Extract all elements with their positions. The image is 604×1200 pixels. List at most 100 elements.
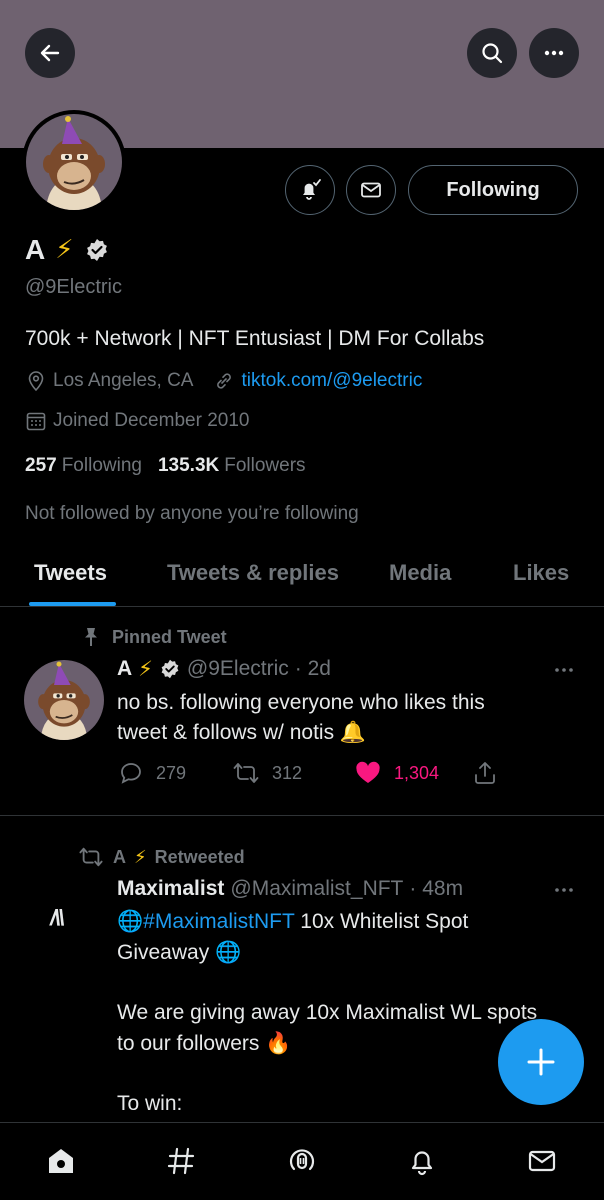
tweet-author-name[interactable]: A — [117, 657, 132, 681]
tweet-text-segment: 10x Whitelist Spot — [294, 910, 469, 933]
retweeted-label: Retweeted — [154, 846, 245, 867]
ape-avatar-image — [24, 660, 104, 740]
arrow-left-icon — [40, 44, 60, 62]
nav-explore[interactable] — [161, 1141, 201, 1181]
tweet-more-button[interactable] — [552, 660, 576, 685]
nav-home[interactable] — [41, 1141, 81, 1181]
share-icon — [475, 762, 495, 784]
active-tab-indicator — [29, 602, 116, 606]
message-button[interactable] — [346, 165, 396, 215]
retweet-context: A ⚡ Retweeted — [77, 845, 245, 869]
following-button[interactable]: Following — [408, 165, 578, 215]
tweet-text-segment: to our followers — [117, 1032, 260, 1055]
location-and-website-row: Los Angeles, CA tiktok.com/@9electric — [25, 370, 422, 392]
share-action[interactable] — [472, 760, 498, 786]
pinned-tweet-text: no bs. following everyone who likes this… — [117, 688, 557, 748]
profile-tabs: Tweets Tweets & replies Media Likes — [0, 545, 604, 607]
search-button[interactable] — [467, 28, 517, 78]
globe-emoji: 🌐 — [215, 940, 242, 964]
more-horizontal-icon — [555, 888, 573, 892]
retweet-action[interactable]: 312 — [232, 760, 302, 786]
tweet-text-line: to our followers 🔥 — [117, 1028, 557, 1059]
compose-tweet-button[interactable] — [498, 1019, 584, 1105]
pinned-tweet-context: Pinned Tweet — [80, 626, 227, 648]
followers-count: 135.3K — [157, 455, 220, 476]
pinned-tweet-header: A ⚡ @9Electric · 2d — [117, 657, 331, 681]
heart-filled-icon — [356, 761, 380, 783]
profile-avatar[interactable] — [22, 110, 126, 214]
tweet-text-line: To win: — [117, 1092, 183, 1115]
nav-notifications[interactable] — [402, 1141, 442, 1181]
tab-tweets-and-replies[interactable]: Tweets & replies — [167, 560, 339, 586]
tweet-author-handle[interactable]: @Maximalist_NFT — [230, 877, 403, 901]
display-name: A — [25, 234, 46, 265]
verified-badge-icon — [161, 659, 179, 679]
reply-icon — [121, 763, 141, 784]
follow-stats: 257 Following 135.3K Followers — [25, 455, 306, 477]
profile-website-link[interactable]: tiktok.com/@9electric — [241, 370, 422, 392]
more-options-button[interactable] — [529, 28, 579, 78]
tweet-more-button[interactable] — [552, 880, 576, 905]
like-count: 1,304 — [394, 762, 440, 783]
tweet-text-line: Giveaway 🌐 — [117, 937, 557, 968]
bell-check-icon — [303, 179, 321, 200]
back-button[interactable] — [25, 28, 75, 78]
location-pin-icon — [28, 371, 44, 392]
following-stat[interactable]: 257 Following — [25, 455, 142, 477]
verified-badge-icon — [86, 239, 107, 261]
lightning-emoji: ⚡ — [134, 846, 147, 868]
followers-stat-label: Followers — [224, 455, 306, 476]
notifications-toggle-button[interactable] — [285, 165, 335, 215]
search-icon — [482, 43, 503, 64]
lightning-emoji: ⚡ — [138, 657, 153, 681]
more-horizontal-icon — [555, 668, 573, 672]
more-horizontal-icon — [544, 50, 564, 56]
profile-bio: 700k + Network | NFT Entusiast | DM For … — [25, 327, 485, 350]
bottom-navigation — [0, 1122, 604, 1200]
globe-emoji: 🌐 — [117, 909, 144, 933]
nav-messages[interactable] — [522, 1141, 562, 1181]
tweet-author-handle[interactable]: @9Electric — [187, 657, 289, 681]
hashtag-link[interactable]: #MaximalistNFT — [143, 910, 294, 933]
like-action[interactable]: 1,304 — [354, 760, 439, 786]
spaces-icon — [289, 1149, 315, 1171]
retweet-count: 312 — [272, 762, 303, 783]
reply-action[interactable]: 279 — [118, 760, 186, 786]
tweet-time[interactable]: · 2d — [295, 657, 331, 681]
tab-tweets[interactable]: Tweets — [34, 560, 107, 586]
retweeted-tweet-text: 🌐#MaximalistNFT 10x Whitelist Spot Givea… — [117, 906, 557, 1119]
retweeter-name[interactable]: A — [113, 847, 126, 868]
pinned-tweet-label: Pinned Tweet — [112, 626, 227, 647]
tweet-text-line: We are giving away 10x Maximalist WL spo… — [117, 1001, 538, 1024]
tweet-author-avatar[interactable] — [24, 660, 104, 740]
tweet-text-line: 🌐#MaximalistNFT 10x Whitelist Spot — [117, 906, 557, 937]
fire-emoji: 🔥 — [265, 1031, 292, 1055]
pin-icon — [85, 628, 97, 646]
ape-avatar-image — [26, 114, 122, 210]
envelope-icon — [361, 182, 381, 198]
tweet-text-segment: Giveaway — [117, 941, 210, 964]
retweeted-tweet-header: Maximalist @Maximalist_NFT · 48m — [117, 877, 463, 901]
profile-handle: @9Electric — [25, 276, 122, 298]
explore-hashtag-icon — [167, 1147, 195, 1175]
profile-name-row: A ⚡ — [25, 232, 110, 268]
following-count: 257 — [25, 455, 57, 476]
home-icon — [49, 1149, 73, 1173]
maximalist-logo[interactable]: /\\ — [50, 905, 64, 931]
notifications-icon — [411, 1151, 433, 1176]
followed-by-note: Not followed by anyone you’re following — [25, 503, 359, 524]
tweet-time[interactable]: · 48m — [409, 877, 463, 901]
plus-icon — [527, 1048, 555, 1076]
tab-likes[interactable]: Likes — [513, 560, 569, 586]
nav-spaces[interactable] — [282, 1141, 322, 1181]
tweet-author-name[interactable]: Maximalist — [117, 877, 224, 901]
calendar-icon — [26, 412, 46, 431]
reply-count: 279 — [156, 762, 187, 783]
followers-stat[interactable]: 135.3K Followers — [158, 455, 306, 477]
tab-media[interactable]: Media — [389, 560, 451, 586]
tweet-text-line: no bs. following everyone who likes this — [117, 691, 485, 714]
retweet-icon — [233, 763, 259, 783]
profile-location: Los Angeles, CA — [53, 370, 194, 391]
